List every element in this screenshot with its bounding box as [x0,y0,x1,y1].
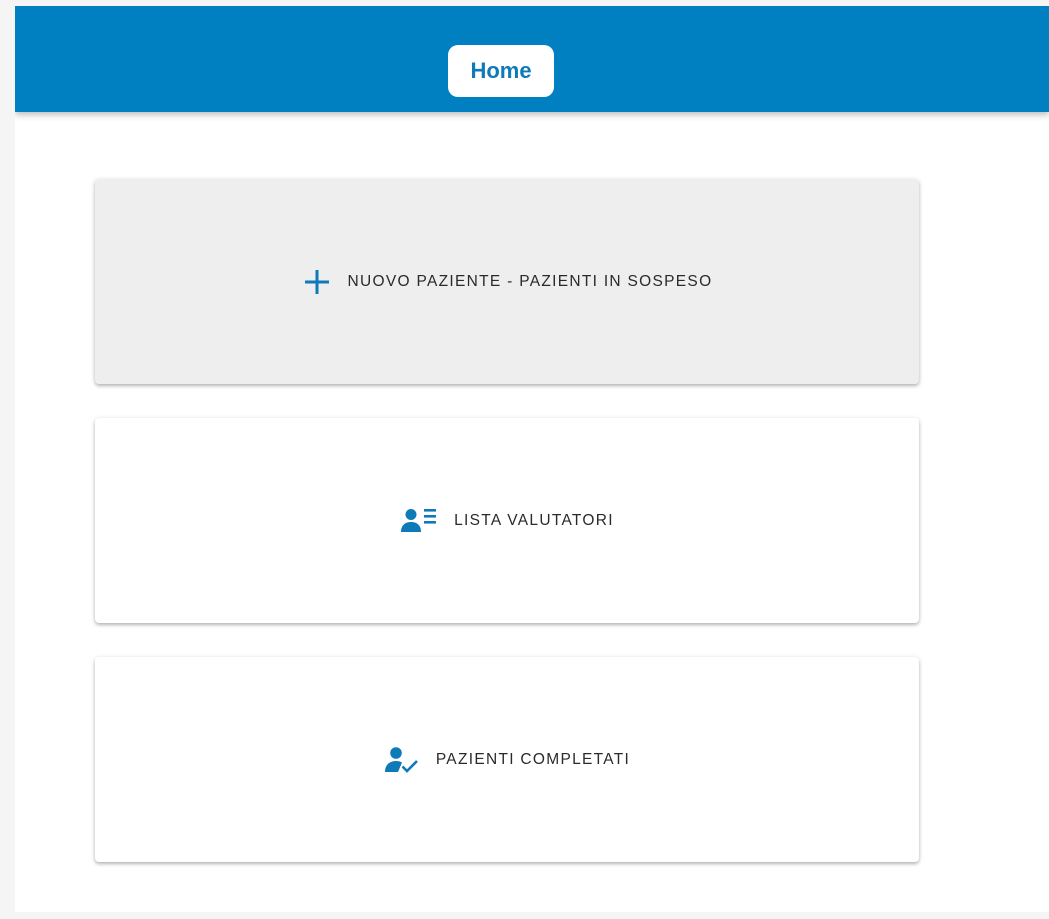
new-patient-card[interactable]: NUOVO PAZIENTE - PAZIENTI IN SOSPESO [95,179,919,384]
home-button[interactable]: Home [448,45,554,97]
completed-patients-card[interactable]: PAZIENTI COMPLETATI [95,657,919,862]
app-bar: Home [15,6,1049,112]
person-list-icon [400,506,438,536]
home-button-label: Home [470,58,532,83]
evaluators-list-card[interactable]: LISTA VALUTATORI [95,418,919,623]
app-frame: Home NUOVO PAZIENTE - PAZIENTI IN SOSPES… [15,6,1049,912]
evaluators-list-label: LISTA VALUTATORI [454,511,614,529]
new-patient-label: NUOVO PAZIENTE - PAZIENTI IN SOSPESO [347,272,713,290]
person-check-icon [384,745,420,775]
plus-icon [302,267,332,297]
completed-patients-label: PAZIENTI COMPLETATI [435,750,631,768]
